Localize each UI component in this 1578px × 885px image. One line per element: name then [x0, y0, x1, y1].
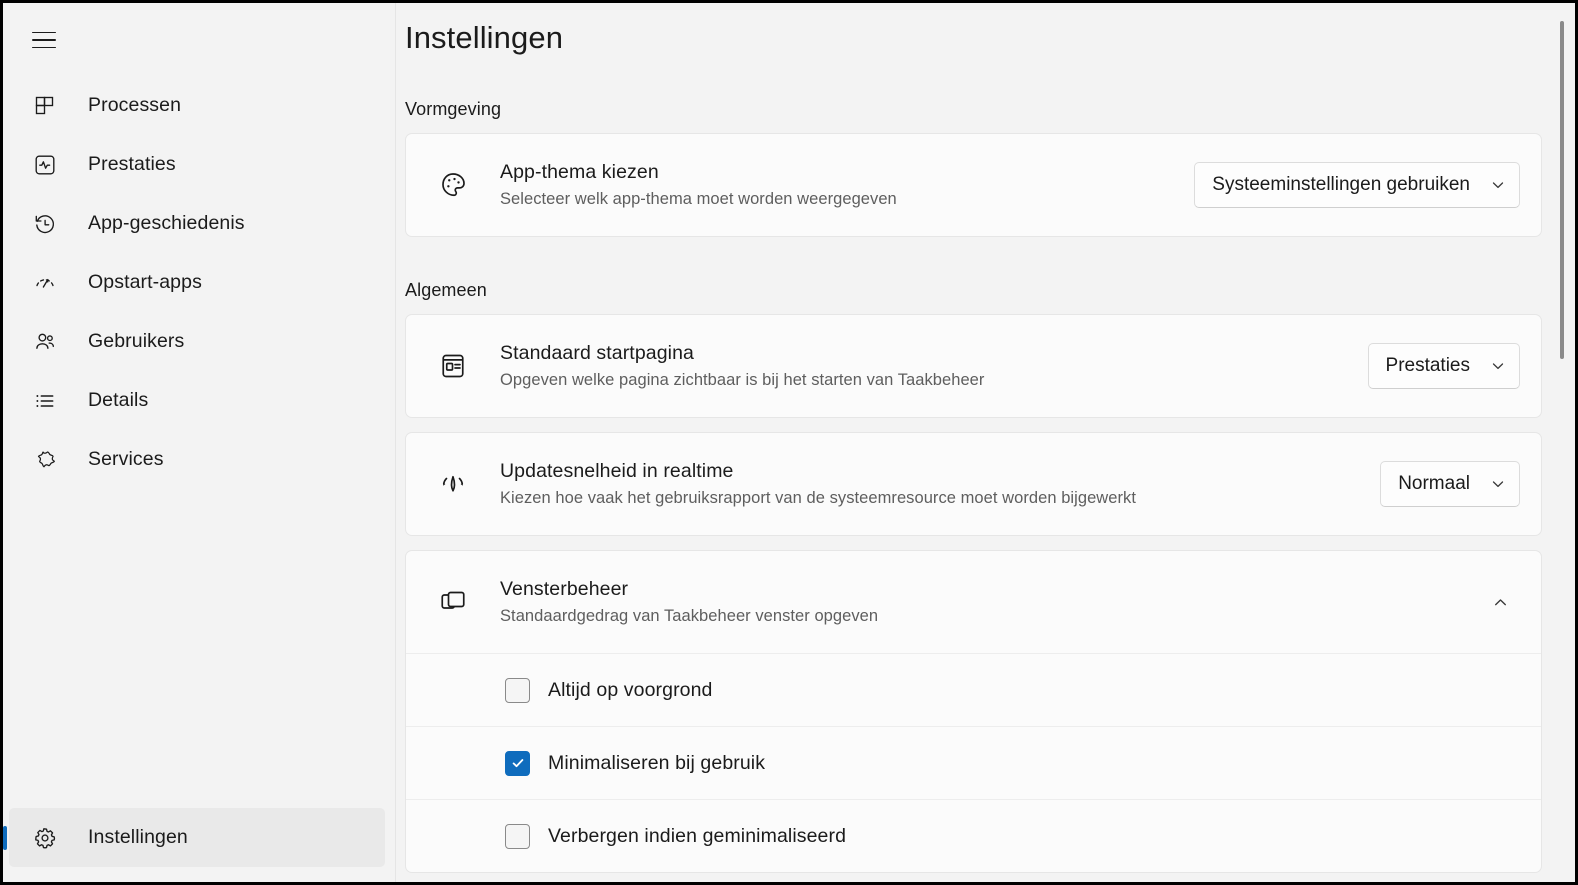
card-text: Vensterbeheer Standaardgedrag van Taakbe…: [500, 576, 1480, 628]
card-row-expander-header[interactable]: Vensterbeheer Standaardgedrag van Taakbe…: [406, 551, 1541, 653]
sidebar-item-label: App-geschiedenis: [88, 212, 245, 234]
sidebar-item-list: Processen Prestaties App-geschiedenis Op…: [3, 76, 395, 489]
sidebar-item-instellingen[interactable]: Instellingen: [9, 808, 385, 867]
history-clock-icon: [30, 209, 60, 239]
card-title: Standaard startpagina: [500, 342, 694, 365]
card-updatesnelheid: Updatesnelheid in realtime Kiezen hoe va…: [405, 432, 1542, 536]
sidebar-navigation: Processen Prestaties App-geschiedenis Op…: [3, 3, 395, 882]
card-text: Standaard startpagina Opgeven welke pagi…: [500, 340, 1368, 392]
card-title: App-thema kiezen: [500, 161, 659, 184]
hamburger-row: [3, 16, 395, 64]
dropdown-value: Prestaties: [1385, 355, 1470, 376]
sidebar-item-label: Instellingen: [88, 826, 188, 848]
chevron-down-icon: [1490, 177, 1506, 193]
speed-gauge-icon: [434, 465, 472, 503]
checkbox-unchecked-icon[interactable]: [505, 823, 530, 849]
checkbox-checked-icon[interactable]: [505, 750, 530, 776]
sidebar-item-processen[interactable]: Processen: [9, 76, 385, 135]
checkbox-row-altijd-op-voorgrond[interactable]: Altijd op voorgrond: [406, 653, 1541, 726]
sidebar-item-label: Details: [88, 389, 149, 411]
page-title: Instellingen: [405, 20, 564, 55]
processes-grid-icon: [30, 91, 60, 121]
dropdown-value: Normaal: [1398, 473, 1470, 494]
card-subtitle: Kiezen hoe vaak het gebruiksrapport van …: [500, 489, 1136, 508]
windows-stack-icon: [434, 583, 472, 621]
card-row: App-thema kiezen Selecteer welk app-them…: [406, 134, 1541, 236]
sidebar-item-label: Services: [88, 448, 164, 470]
performance-pulse-icon: [30, 150, 60, 180]
checkbox-unchecked-icon[interactable]: [505, 677, 530, 703]
sidebar-item-label: Opstart-apps: [88, 271, 202, 293]
dropdown-standaard-startpagina[interactable]: Prestaties: [1367, 343, 1520, 389]
sidebar-item-prestaties[interactable]: Prestaties: [9, 135, 385, 194]
sidebar-item-details[interactable]: Details: [9, 371, 385, 430]
card-text: App-thema kiezen Selecteer welk app-them…: [500, 159, 1194, 211]
sidebar-item-app-geschiedenis[interactable]: App-geschiedenis: [9, 194, 385, 253]
scrollbar-thumb[interactable]: [1560, 21, 1564, 359]
card-text: Updatesnelheid in realtime Kiezen hoe va…: [500, 458, 1380, 510]
checkbox-label: Verbergen indien geminimaliseerd: [548, 824, 847, 847]
sidebar-item-services[interactable]: Services: [9, 430, 385, 489]
chevron-up-icon[interactable]: [1480, 582, 1520, 622]
page-layout-icon: [434, 347, 472, 385]
dropdown-updatesnelheid[interactable]: Normaal: [1380, 461, 1520, 507]
card-row: Updatesnelheid in realtime Kiezen hoe va…: [406, 433, 1541, 535]
section-heading-algemeen: Algemeen: [405, 280, 487, 300]
dropdown-app-thema[interactable]: Systeeminstellingen gebruiken: [1194, 162, 1520, 208]
card-title: Updatesnelheid in realtime: [500, 460, 734, 483]
chevron-down-icon: [1490, 476, 1506, 492]
card-subtitle: Standaardgedrag van Taakbeheer venster o…: [500, 607, 879, 626]
hamburger-icon[interactable]: [24, 22, 64, 58]
card-gap: [405, 418, 1531, 432]
checkbox-label: Minimaliseren bij gebruik: [548, 751, 766, 774]
checkbox-row-verbergen-indien-geminimaliseerd[interactable]: Verbergen indien geminimaliseerd: [406, 799, 1541, 872]
settings-content-panel: Instellingen Vormgeving App-thema kiezen…: [395, 3, 1575, 882]
card-vensterbeheer: Vensterbeheer Standaardgedrag van Taakbe…: [405, 550, 1542, 873]
card-standaard-startpagina: Standaard startpagina Opgeven welke pagi…: [405, 314, 1542, 418]
card-row: Standaard startpagina Opgeven welke pagi…: [406, 315, 1541, 417]
details-list-icon: [30, 386, 60, 416]
card-app-thema: App-thema kiezen Selecteer welk app-them…: [405, 133, 1542, 237]
checkbox-label: Altijd op voorgrond: [548, 678, 713, 701]
settings-gear-icon: [30, 823, 60, 853]
card-subtitle: Opgeven welke pagina zichtbaar is bij he…: [500, 371, 985, 390]
sidebar-item-label: Gebruikers: [88, 330, 185, 352]
chevron-down-icon: [1490, 358, 1506, 374]
users-people-icon: [30, 327, 60, 357]
startup-gauge-icon: [30, 268, 60, 298]
palette-icon: [434, 166, 472, 204]
sidebar-item-gebruikers[interactable]: Gebruikers: [9, 312, 385, 371]
task-manager-settings-window: Processen Prestaties App-geschiedenis Op…: [3, 3, 1575, 882]
services-gear-icon: [30, 445, 60, 475]
sidebar-item-label: Prestaties: [88, 153, 176, 175]
card-title: Vensterbeheer: [500, 578, 629, 601]
card-gap: [405, 536, 1531, 550]
sidebar-item-opstart-apps[interactable]: Opstart-apps: [9, 253, 385, 312]
dropdown-value: Systeeminstellingen gebruiken: [1212, 174, 1470, 195]
checkbox-row-minimaliseren-bij-gebruik[interactable]: Minimaliseren bij gebruik: [406, 726, 1541, 799]
card-subtitle: Selecteer welk app-thema moet worden wee…: [500, 190, 897, 209]
sidebar-item-label: Processen: [88, 94, 182, 116]
vertical-scrollbar[interactable]: [1556, 3, 1568, 882]
section-heading-vormgeving: Vormgeving: [405, 99, 502, 119]
